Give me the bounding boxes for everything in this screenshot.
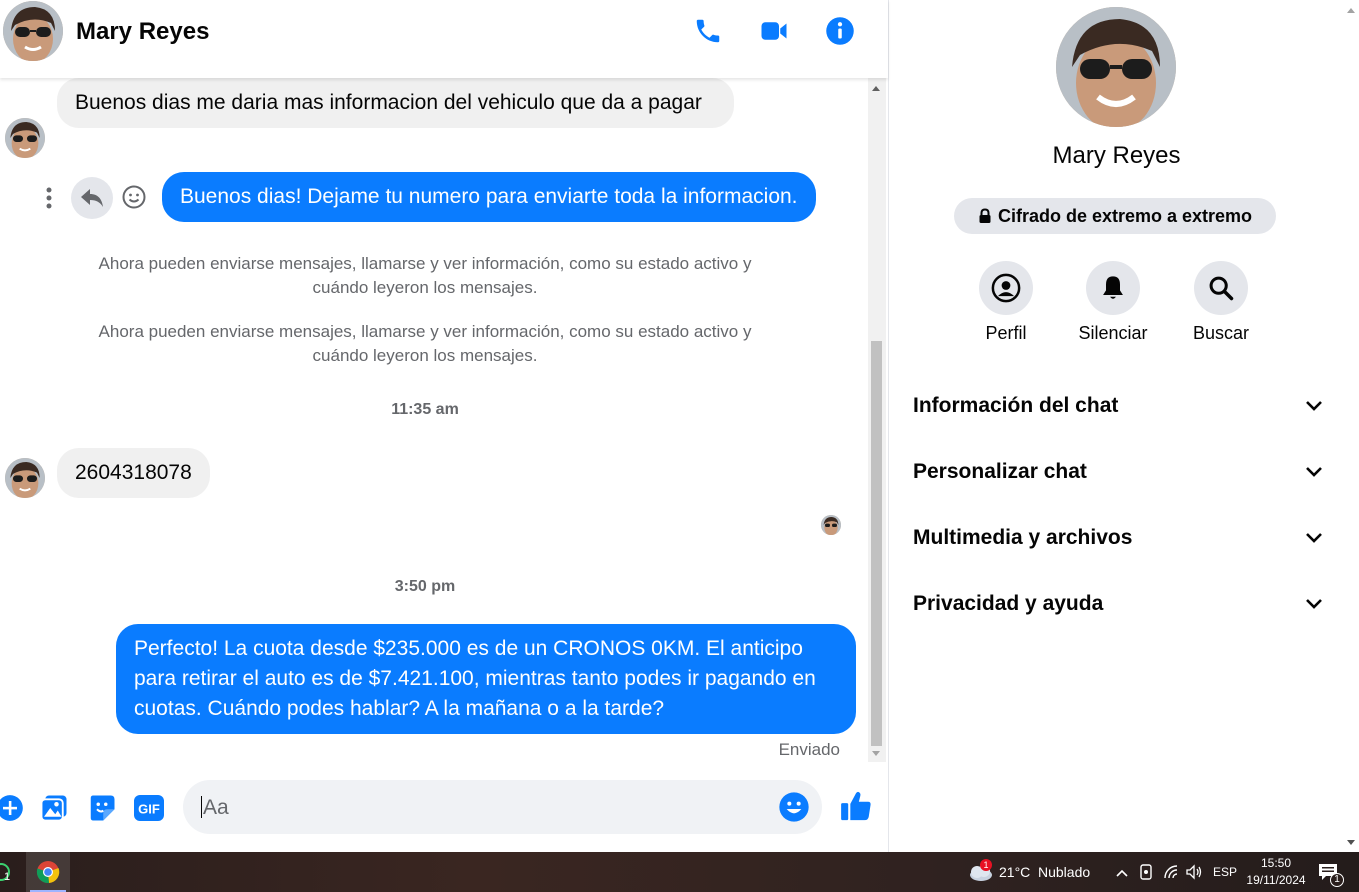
notifications-count: 1 [1330, 873, 1344, 887]
reply-icon[interactable] [71, 177, 113, 219]
widget-badge: 1 [4, 871, 11, 883]
info-icon [826, 17, 854, 45]
contact-avatar[interactable] [3, 1, 63, 61]
message-input[interactable] [201, 780, 775, 836]
chevron-down-icon [1306, 467, 1322, 477]
system-message: Ahora pueden enviarse mensajes, llamarse… [98, 254, 752, 297]
section-customize-chat[interactable]: Personalizar chat [913, 452, 1323, 492]
chrome-taskbar-button[interactable] [26, 852, 70, 892]
mute-button[interactable]: Silenciar [1068, 261, 1158, 344]
section-title: Información del chat [913, 394, 1119, 417]
section-title: Multimedia y archivos [913, 526, 1133, 549]
gif-icon[interactable]: GIF [133, 792, 165, 824]
react-emoji-icon[interactable] [120, 183, 148, 211]
conversation-details-panel: Mary Reyes Cifrado de extremo a extremo … [888, 0, 1344, 852]
clock-date[interactable]: 19/11/2024 [1241, 873, 1311, 887]
conversation-info-button[interactable] [823, 14, 857, 48]
profile-avatar-large[interactable] [1056, 7, 1176, 127]
profile-icon [991, 273, 1021, 303]
search-icon [1209, 276, 1234, 301]
more-options-icon[interactable] [40, 182, 58, 214]
lock-icon [979, 208, 991, 223]
phone-icon [696, 19, 720, 43]
scroll-down-arrow-icon[interactable] [872, 751, 880, 756]
video-icon [761, 22, 787, 40]
sender-avatar[interactable] [5, 458, 45, 498]
profile-button[interactable]: Perfil [961, 261, 1051, 344]
system-message: Ahora pueden enviarse mensajes, llamarse… [98, 322, 752, 365]
emoji-icon[interactable] [778, 791, 810, 823]
chrome-icon [36, 861, 60, 884]
meet-now-icon[interactable] [1139, 864, 1153, 885]
encryption-label: Cifrado de extremo a extremo [997, 205, 1253, 226]
section-title: Privacidad y ayuda [913, 592, 1104, 615]
chevron-down-icon [1306, 401, 1322, 411]
scroll-up-arrow-icon[interactable] [1347, 8, 1355, 13]
wifi-icon[interactable] [1163, 864, 1179, 885]
text-caret [201, 796, 202, 818]
profile-label: Perfil [985, 323, 1027, 343]
scroll-thumb[interactable] [871, 341, 882, 746]
message-input-box[interactable] [183, 780, 822, 836]
weather-badge: 1 [980, 859, 992, 871]
messages-scrollbar[interactable] [868, 78, 886, 762]
sender-avatar[interactable] [5, 118, 45, 158]
scroll-up-arrow-icon[interactable] [872, 86, 880, 91]
like-icon[interactable] [838, 788, 874, 824]
message-bubble-outgoing[interactable]: Buenos dias! Dejame tu numero para envia… [162, 172, 816, 222]
timestamp: 3:50 pm [394, 578, 456, 595]
image-icon[interactable] [38, 792, 70, 824]
section-title: Personalizar chat [913, 460, 1087, 483]
contact-name: Mary Reyes [76, 18, 210, 45]
message-bubble-outgoing[interactable]: Perfecto! La cuota desde $235.000 es de … [116, 624, 856, 734]
call-button[interactable] [691, 14, 725, 48]
search-label: Buscar [1192, 323, 1250, 343]
weather-condition: Nublado [1038, 864, 1091, 880]
composer: GIF [0, 762, 888, 852]
clock-time[interactable]: 15:50 [1246, 856, 1306, 870]
input-language[interactable]: ESP [1213, 865, 1237, 879]
sticker-icon[interactable] [86, 792, 118, 824]
volume-icon[interactable] [1185, 864, 1203, 885]
chevron-down-icon [1306, 533, 1322, 543]
page-scrollbar[interactable] [1343, 0, 1359, 852]
video-call-button[interactable] [757, 14, 791, 48]
search-button[interactable]: Buscar [1176, 261, 1266, 344]
chat-header: Mary Reyes [0, 0, 888, 78]
section-chat-info[interactable]: Información del chat [913, 386, 1323, 426]
profile-name: Mary Reyes [1052, 142, 1181, 169]
mute-label: Silenciar [1078, 323, 1148, 343]
read-receipt-avatar [821, 515, 841, 535]
timestamp: 11:35 am [391, 401, 459, 418]
svg-text:GIF: GIF [138, 802, 160, 817]
encryption-badge[interactable]: Cifrado de extremo a extremo [954, 198, 1276, 234]
scroll-down-arrow-icon[interactable] [1347, 840, 1355, 845]
section-privacy-help[interactable]: Privacidad y ayuda [913, 584, 1323, 624]
plus-icon[interactable] [0, 792, 26, 824]
temperature: 21°C [999, 864, 1031, 880]
windows-taskbar: 1 1 21°C Nublado ESP 15:50 19/11/2024 1 [0, 852, 1359, 892]
chevron-down-icon [1306, 599, 1322, 609]
message-bubble-incoming[interactable]: Buenos dias me daria mas informacion del… [57, 78, 734, 128]
message-list[interactable]: Buenos dias me daria mas informacion del… [0, 78, 868, 762]
bell-icon [1103, 276, 1123, 299]
section-media-files[interactable]: Multimedia y archivos [913, 518, 1323, 558]
delivery-status: Enviado [778, 740, 840, 759]
message-bubble-incoming[interactable]: 2604318078 [57, 448, 210, 498]
show-hidden-icons-chevron-icon[interactable] [1115, 865, 1129, 883]
